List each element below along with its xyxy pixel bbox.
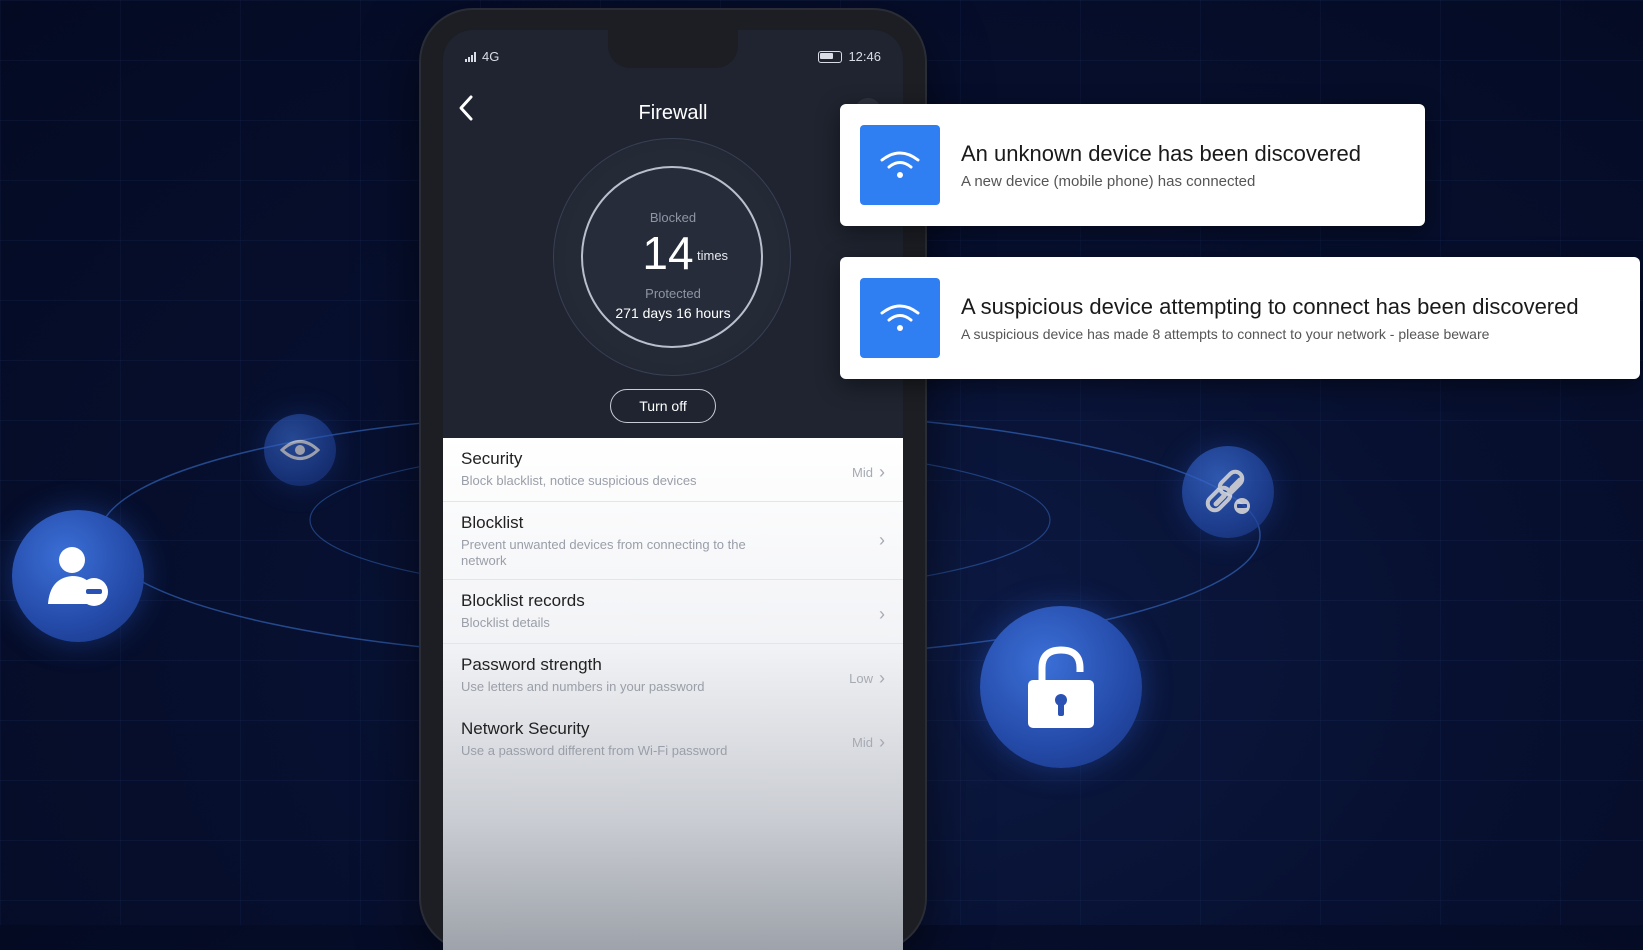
battery-icon bbox=[818, 50, 843, 63]
wifi-icon bbox=[880, 304, 920, 331]
wifi-icon bbox=[880, 151, 920, 178]
list-item-title: Network Security bbox=[461, 719, 590, 738]
unlink-badge[interactable] bbox=[1182, 446, 1274, 538]
list-item-value: Mid › bbox=[852, 732, 885, 753]
notification-icon-box bbox=[860, 278, 940, 358]
lock-icon bbox=[1028, 646, 1094, 728]
list-item-value: Low › bbox=[849, 668, 885, 689]
user-remove-icon bbox=[48, 547, 108, 606]
notification-subtitle: A suspicious device has made 8 attempts … bbox=[961, 326, 1490, 342]
chevron-right-icon: › bbox=[879, 732, 885, 752]
chevron-right-icon: › bbox=[879, 530, 885, 550]
protected-duration: 271 days 16 hours bbox=[615, 305, 731, 321]
network-level: Mid bbox=[852, 735, 873, 750]
user-remove-badge[interactable] bbox=[12, 510, 144, 642]
list-item-description: Blocklist details bbox=[461, 615, 550, 630]
eye-icon bbox=[280, 440, 320, 460]
list-item-blocklist-records[interactable]: Blocklist records Blocklist details › bbox=[443, 580, 903, 644]
notification-body: A suspicious device attempting to connec… bbox=[961, 294, 1579, 342]
notification-icon-box bbox=[860, 125, 940, 205]
notification-title: An unknown device has been discovered bbox=[961, 140, 1361, 166]
security-level: Mid bbox=[852, 465, 873, 480]
list-item-description: Use a password different from Wi-Fi pass… bbox=[461, 743, 728, 758]
settings-list: Security Block blacklist, notice suspici… bbox=[443, 438, 903, 950]
list-item-value: Mid › bbox=[852, 462, 885, 483]
chevron-right-icon: › bbox=[879, 604, 885, 624]
list-item-network-security[interactable]: Network Security Use a password differen… bbox=[443, 708, 903, 772]
notification-subtitle: A new device (mobile phone) has connecte… bbox=[961, 172, 1256, 190]
page-title: Firewall bbox=[638, 102, 708, 124]
list-item-description: Prevent unwanted devices from connecting… bbox=[461, 537, 746, 568]
list-item-password-strength[interactable]: Password strength Use letters and number… bbox=[443, 644, 903, 708]
status-bar-right: 12:46 bbox=[818, 49, 881, 64]
chevron-right-icon: › bbox=[879, 462, 885, 482]
list-item-title: Security bbox=[461, 449, 523, 468]
signal-icon bbox=[465, 51, 476, 62]
blocked-label: Blocked bbox=[649, 210, 697, 225]
list-item-value: › bbox=[879, 604, 885, 625]
phone-screen: 4G 12:46 Firewall Blocked 14 times Prote… bbox=[443, 30, 903, 950]
list-item-value: › bbox=[879, 530, 885, 551]
password-level: Low bbox=[849, 671, 873, 686]
status-bar-left: 4G bbox=[465, 49, 499, 64]
list-item-blocklist[interactable]: Blocklist Prevent unwanted devices from … bbox=[443, 502, 903, 580]
phone-notch bbox=[608, 30, 738, 68]
protected-label: Protected bbox=[645, 286, 701, 301]
list-item-description: Block blacklist, notice suspicious devic… bbox=[461, 473, 697, 488]
eye-badge[interactable] bbox=[264, 414, 336, 486]
lock-badge[interactable] bbox=[980, 606, 1142, 768]
turn-off-button[interactable]: Turn off bbox=[610, 389, 716, 423]
network-type: 4G bbox=[482, 49, 500, 64]
list-item-title: Blocklist bbox=[461, 513, 524, 532]
chevron-right-icon: › bbox=[879, 668, 885, 688]
blocked-unit: times bbox=[697, 248, 729, 263]
unlink-icon bbox=[1205, 469, 1250, 514]
notification-suspicious-device[interactable]: A suspicious device attempting to connec… bbox=[840, 257, 1640, 379]
notification-unknown-device[interactable]: An unknown device has been discovered A … bbox=[840, 104, 1425, 226]
notification-title: A suspicious device attempting to connec… bbox=[961, 294, 1579, 319]
list-item-title: Blocklist records bbox=[461, 591, 585, 610]
notification-body: An unknown device has been discovered A … bbox=[961, 141, 1361, 190]
list-item-security[interactable]: Security Block blacklist, notice suspici… bbox=[443, 438, 903, 502]
blocked-count: 14 bbox=[642, 227, 694, 279]
list-item-description: Use letters and numbers in your password bbox=[461, 679, 705, 694]
clock: 12:46 bbox=[848, 49, 881, 64]
list-item-title: Password strength bbox=[461, 655, 602, 674]
